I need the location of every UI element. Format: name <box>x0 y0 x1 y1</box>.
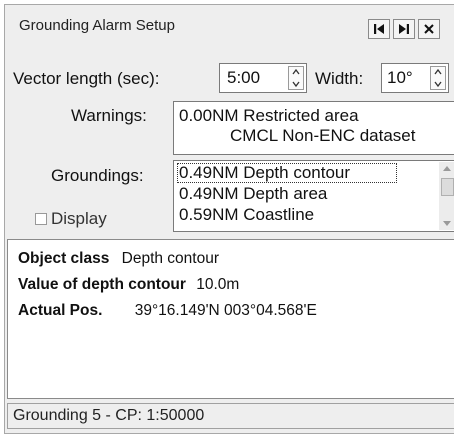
grounding-alarm-window: Grounding Alarm Setup Vector length (sec… <box>4 4 454 434</box>
object-class-line: Object class Depth contour <box>18 250 219 268</box>
object-class-value: Depth contour <box>121 250 220 267</box>
width-value: 10° <box>387 68 413 87</box>
last-page-button[interactable] <box>393 19 415 39</box>
warning-item[interactable]: 0.00NM Restricted area <box>179 106 359 126</box>
close-icon <box>424 24 434 34</box>
grounding-item[interactable]: 0.49NM Depth area <box>179 184 327 204</box>
window-title: Grounding Alarm Setup <box>19 17 175 34</box>
groundings-label: Groundings: <box>51 166 144 185</box>
depth-value-line: Value of depth contour 10.0m <box>18 276 239 294</box>
title-bar: Grounding Alarm Setup <box>5 5 454 43</box>
chevron-up-icon[interactable] <box>292 68 300 76</box>
scroll-thumb[interactable] <box>441 178 454 196</box>
actual-position-label: Actual Pos. <box>18 302 103 319</box>
object-class-label: Object class <box>18 250 110 267</box>
actual-position-value: 39°16.149'N 003°04.568'E <box>134 302 317 319</box>
vector-length-stepper[interactable] <box>288 66 304 90</box>
grounding-item-selected[interactable]: 0.49NM Depth contour <box>177 163 397 183</box>
warning-item[interactable]: CMCL Non-ENC dataset <box>230 126 416 146</box>
scroll-down-icon[interactable] <box>443 221 451 227</box>
object-info-panel: Object class Depth contour Value of dept… <box>7 239 454 399</box>
display-checkbox[interactable] <box>35 213 47 225</box>
display-label: Display <box>51 209 107 228</box>
depth-value-label: Value of depth contour <box>18 276 186 293</box>
warnings-label: Warnings: <box>71 106 147 125</box>
width-stepper[interactable] <box>430 66 446 90</box>
vector-length-label: Vector length (sec): <box>13 69 160 88</box>
chevron-down-icon[interactable] <box>292 80 300 88</box>
groundings-list[interactable]: 0.49NM Depth contour 0.49NM Depth area 0… <box>173 160 454 232</box>
first-page-icon <box>374 24 384 34</box>
width-spinbox[interactable]: 10° <box>381 63 449 93</box>
depth-value: 10.0m <box>196 276 240 293</box>
vector-length-spinbox[interactable]: 5:00 <box>219 63 307 93</box>
first-page-button[interactable] <box>368 19 390 39</box>
scroll-up-icon[interactable] <box>443 165 451 171</box>
grounding-item[interactable]: 0.59NM Coastline <box>179 205 314 225</box>
status-bar: Grounding 5 - CP: 1:50000 <box>7 403 454 429</box>
groundings-scrollbar[interactable] <box>439 162 454 230</box>
chevron-up-icon[interactable] <box>434 68 442 76</box>
chevron-down-icon[interactable] <box>434 80 442 88</box>
close-button[interactable] <box>418 19 440 39</box>
actual-position-line: Actual Pos. 39°16.149'N 003°04.568'E <box>18 302 317 320</box>
warnings-list[interactable]: 0.00NM Restricted area CMCL Non-ENC data… <box>173 101 454 155</box>
last-page-icon <box>399 24 409 34</box>
status-text: Grounding 5 - CP: 1:50000 <box>13 407 205 424</box>
vector-length-value: 5:00 <box>227 68 261 87</box>
width-label: Width: <box>315 69 364 88</box>
